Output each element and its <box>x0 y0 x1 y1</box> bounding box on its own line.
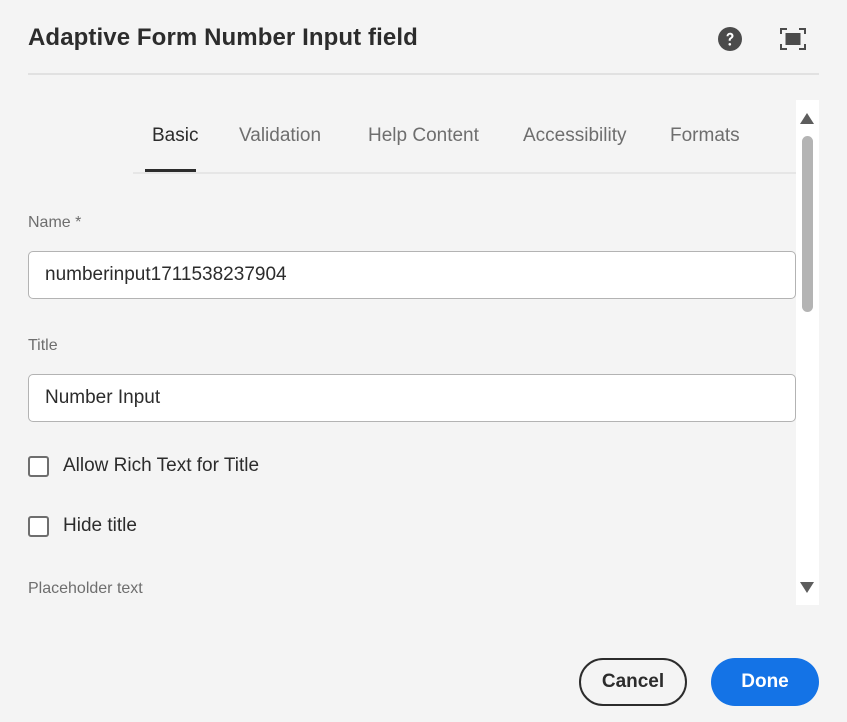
name-label: Name * <box>28 214 82 231</box>
title-input[interactable] <box>28 374 796 422</box>
allow-rich-text-checkbox[interactable] <box>28 455 49 477</box>
scroll-thumb[interactable] <box>802 136 813 312</box>
help-circle-icon <box>718 27 742 51</box>
help-button[interactable] <box>715 24 745 54</box>
tab-help-content[interactable]: Help Content <box>368 125 479 147</box>
cancel-button[interactable]: Cancel <box>579 658 687 706</box>
dialog-content: Basic Validation Help Content Accessibil… <box>0 100 847 605</box>
hide-title-checkbox[interactable] <box>28 515 49 537</box>
tab-accessibility[interactable]: Accessibility <box>523 125 626 147</box>
dialog-title: Adaptive Form Number Input field <box>28 24 418 51</box>
dialog: Adaptive Form Number Input field Basic V… <box>0 0 847 722</box>
scroll-up-arrow-icon[interactable] <box>800 113 814 124</box>
active-tab-indicator <box>145 169 196 172</box>
tab-formats[interactable]: Formats <box>670 125 740 147</box>
scroll-down-arrow-icon[interactable] <box>800 582 814 593</box>
tab-validation[interactable]: Validation <box>239 125 321 147</box>
hide-title-label: Hide title <box>63 515 137 536</box>
allow-rich-text-label: Allow Rich Text for Title <box>63 455 260 476</box>
placeholder-text-label: Placeholder text <box>28 580 143 597</box>
done-button[interactable]: Done <box>711 658 819 706</box>
tab-bar: Basic Validation Help Content Accessibil… <box>133 100 796 174</box>
allow-rich-text-option[interactable]: Allow Rich Text for Title <box>28 455 259 477</box>
name-input[interactable] <box>28 251 796 299</box>
hide-title-option[interactable]: Hide title <box>28 515 137 537</box>
title-label: Title <box>28 337 58 354</box>
tab-basic[interactable]: Basic <box>152 125 198 147</box>
scrollbar[interactable] <box>796 100 819 605</box>
fullscreen-button[interactable] <box>778 24 808 54</box>
header-divider <box>28 73 819 75</box>
fullscreen-icon <box>780 28 806 50</box>
